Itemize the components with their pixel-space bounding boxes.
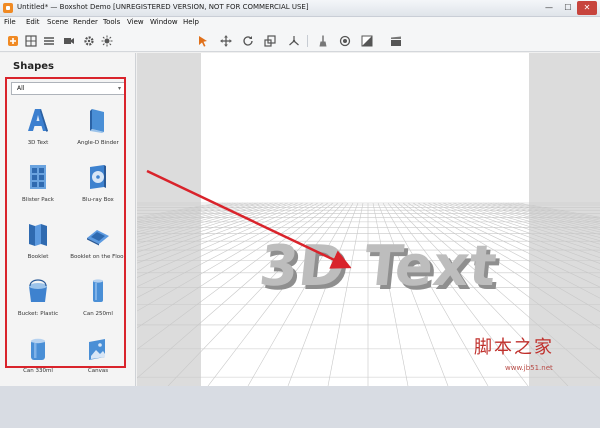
app-logo-icon [3, 3, 13, 13]
move-icon[interactable] [219, 34, 233, 48]
minimize-button[interactable]: — [540, 1, 558, 15]
annotation-highlight-box [5, 77, 126, 368]
axes-icon[interactable] [287, 34, 301, 48]
toolbar [0, 30, 600, 52]
menu-window[interactable]: Window [150, 18, 178, 26]
window-title: Untitled* — Boxshot Demo [UNREGISTERED V… [17, 3, 309, 11]
rotate-icon[interactable] [241, 34, 255, 48]
menu-view[interactable]: View [127, 18, 144, 26]
grid-icon[interactable] [24, 34, 38, 48]
scale-icon[interactable] [263, 34, 277, 48]
target-icon[interactable] [338, 34, 352, 48]
shape-label: Canvas [87, 368, 109, 374]
panel-title: Shapes [13, 61, 54, 72]
menu-tools[interactable]: Tools [103, 18, 120, 26]
menu-help[interactable]: Help [183, 18, 199, 26]
3d-text-object[interactable]: 3D Text 3D Text [256, 234, 503, 303]
maximize-button[interactable]: ☐ [560, 1, 576, 15]
add-icon[interactable] [6, 34, 20, 48]
menu-scene[interactable]: Scene [47, 18, 68, 26]
select-arrow-icon[interactable] [196, 34, 210, 48]
contrast-icon[interactable] [360, 34, 374, 48]
camera-icon[interactable] [62, 34, 76, 48]
scene-text: 3D Text [256, 234, 499, 299]
watermark-logo: 脚本之家 [474, 337, 554, 358]
watermark-url: www.jb51.net [505, 364, 553, 372]
light-icon[interactable] [100, 34, 114, 48]
broom-icon[interactable] [316, 34, 330, 48]
title-bar: Untitled* — Boxshot Demo [UNREGISTERED V… [0, 0, 600, 17]
menu-edit[interactable]: Edit [26, 18, 40, 26]
app-window: Untitled* — Boxshot Demo [UNREGISTERED V… [0, 0, 600, 386]
shape-label: Can 330ml [23, 368, 53, 374]
close-button[interactable]: ✕ [577, 1, 597, 15]
clapperboard-icon[interactable] [389, 34, 403, 48]
menu-file[interactable]: File [4, 18, 16, 26]
toolbar-separator [307, 35, 308, 47]
menu-bar: File Edit Scene Render Tools View Window… [0, 17, 600, 30]
list-icon[interactable] [42, 34, 56, 48]
gear-icon[interactable] [82, 34, 96, 48]
menu-render[interactable]: Render [73, 18, 98, 26]
